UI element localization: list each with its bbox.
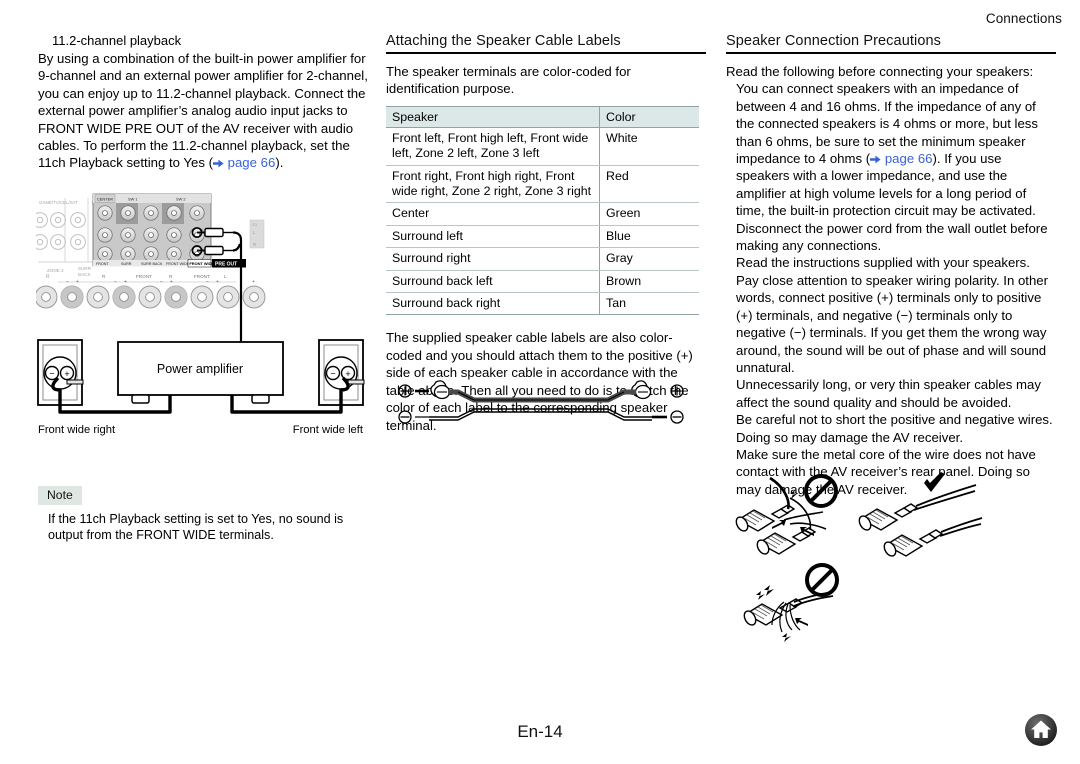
cell-color: Red <box>599 165 699 204</box>
speaker-left-label: Front wide left <box>293 424 364 436</box>
middle-intro-paragraph: The speaker terminals are color-coded fo… <box>386 64 631 97</box>
right-lead-text: Read the following before connecting you… <box>726 64 1034 79</box>
cell-speaker: Surround right <box>386 247 600 271</box>
right-section-heading: Speaker Connection Precautions <box>726 33 941 49</box>
svg-text:SURR BACK: SURR BACK <box>141 262 163 266</box>
svg-text:−: − <box>49 369 54 379</box>
cell-color: Gray <box>599 247 699 271</box>
left-column: 11.2-channel playback By using a combina… <box>38 33 378 180</box>
cell-speaker: Surround left <box>386 225 600 249</box>
cell-speaker: Surround back right <box>386 292 600 316</box>
cell-speaker: Center <box>386 202 600 226</box>
svg-text:BACK: BACK <box>78 272 91 277</box>
svg-text:FRONT WIDE: FRONT WIDE <box>166 262 190 266</box>
precaution-item: Unnecessarily long, or very thin speaker… <box>736 377 1041 410</box>
cell-speaker: Front left, Front high left, Front wide … <box>386 127 600 166</box>
cell-speaker: Surround back left <box>386 270 600 294</box>
speaker-color-table: Speaker Color Front left, Front high lef… <box>386 105 699 316</box>
svg-text:CENTER: CENTER <box>97 197 113 202</box>
svg-text:GAME/TV/CBL/SAT: GAME/TV/CBL/SAT <box>39 200 78 205</box>
table-header-speaker: Speaker <box>386 105 600 128</box>
cell-color: Blue <box>599 225 699 249</box>
svg-text:R: R <box>46 274 50 280</box>
manual-page: Connections 11.2-channel playback By usi… <box>0 0 1080 764</box>
power-amplifier-label: Power amplifier <box>157 362 243 376</box>
right-section-rule <box>726 52 1056 54</box>
svg-text:L: L <box>224 274 227 279</box>
table-row: Front right, Front high right, Front wid… <box>386 165 699 204</box>
page-ref-2[interactable]: page 66 <box>870 151 933 167</box>
svg-text:R: R <box>253 242 256 247</box>
right-column: Speaker Connection Precautions Read the … <box>726 33 1056 498</box>
svg-text:+: + <box>64 369 69 379</box>
table-row: Surround right Gray <box>386 247 699 271</box>
figure-correct-separated-wires <box>858 472 983 557</box>
svg-text:ZONE 2: ZONE 2 <box>47 268 64 273</box>
page-ref-1-label: page 66 <box>227 155 276 171</box>
table-header-color: Color <box>599 105 699 128</box>
note-tag: Note <box>38 486 82 505</box>
cell-color: White <box>599 127 699 166</box>
svg-text:FRONT: FRONT <box>136 274 152 279</box>
banana-plug-wiring-dos-and-donts-diagram <box>728 472 988 642</box>
left-paragraph-text: By using a combination of the built-in p… <box>38 51 368 171</box>
svg-text:+: + <box>345 369 350 379</box>
precautions-list: You can connect speakers with an impedan… <box>726 80 1056 498</box>
left-subheading: 11.2-channel playback <box>52 33 182 48</box>
page-number: En-14 <box>517 722 563 741</box>
left-paragraph-tail: ). <box>275 155 284 171</box>
page-arrow-icon <box>870 155 881 164</box>
rear-panel-power-amplifier-connection-diagram: GAME/TV/CBL/SAT BD/DVD ZONE 2 R SURR BAC <box>36 190 376 445</box>
precaution-item: You can connect speakers with an impedan… <box>736 80 1056 219</box>
table-header-row: Speaker Color <box>386 105 699 128</box>
page-arrow-icon <box>212 160 224 168</box>
page-ref-1[interactable]: page 66 <box>212 155 276 171</box>
figure-wrong-frayed-strands <box>743 563 839 642</box>
note-text: If the 11ch Playback setting is set to Y… <box>48 512 344 543</box>
table-row: Surround back right Tan <box>386 292 699 316</box>
precaution-item: Pay close attention to speaker wiring po… <box>736 272 1049 375</box>
svg-text:FRONT: FRONT <box>96 262 109 266</box>
cell-color: Brown <box>599 270 699 294</box>
cell-color: Tan <box>599 292 699 316</box>
page-ref-2-label: page 66 <box>884 151 933 167</box>
svg-text:FRONT WIDE: FRONT WIDE <box>189 261 214 266</box>
precaution-item: Read the instructions supplied with your… <box>736 255 1030 271</box>
svg-text:ZO: ZO <box>252 223 257 227</box>
home-button[interactable] <box>1024 713 1058 747</box>
svg-text:R: R <box>102 274 106 279</box>
running-head: Connections <box>985 11 1062 26</box>
svg-text:−: − <box>330 369 335 379</box>
svg-text:SURR: SURR <box>121 262 132 266</box>
home-icon <box>1025 714 1057 746</box>
speaker-right-label: Front wide right <box>38 424 116 436</box>
cell-color: Green <box>599 202 699 226</box>
precaution-item: Disconnect the power cord from the wall … <box>736 220 1048 254</box>
precaution-item: Be careful not to short the positive and… <box>736 412 1053 445</box>
table-row: Surround left Blue <box>386 225 699 249</box>
figure-wrong-crossed-wires <box>735 474 838 555</box>
table-row: Surround back left Brown <box>386 270 699 294</box>
svg-text:SW 2: SW 2 <box>176 197 186 202</box>
svg-text:PRE OUT: PRE OUT <box>215 262 237 268</box>
svg-text:SURR: SURR <box>78 266 92 271</box>
speaker-cable-with-labels-diagram <box>396 376 686 432</box>
note-box: Note If the 11ch Playback setting is set… <box>38 486 378 544</box>
table-row: Center Green <box>386 202 699 226</box>
svg-text:+: + <box>252 279 255 285</box>
cell-speaker: Front right, Front high right, Front wid… <box>386 165 600 204</box>
table-row: Front left, Front high left, Front wide … <box>386 127 699 166</box>
svg-text:SW 1: SW 1 <box>128 197 138 202</box>
middle-section-heading: Attaching the Speaker Cable Labels <box>386 33 621 49</box>
left-paragraph: By using a combination of the built-in p… <box>38 50 378 172</box>
middle-section-rule <box>386 52 706 54</box>
